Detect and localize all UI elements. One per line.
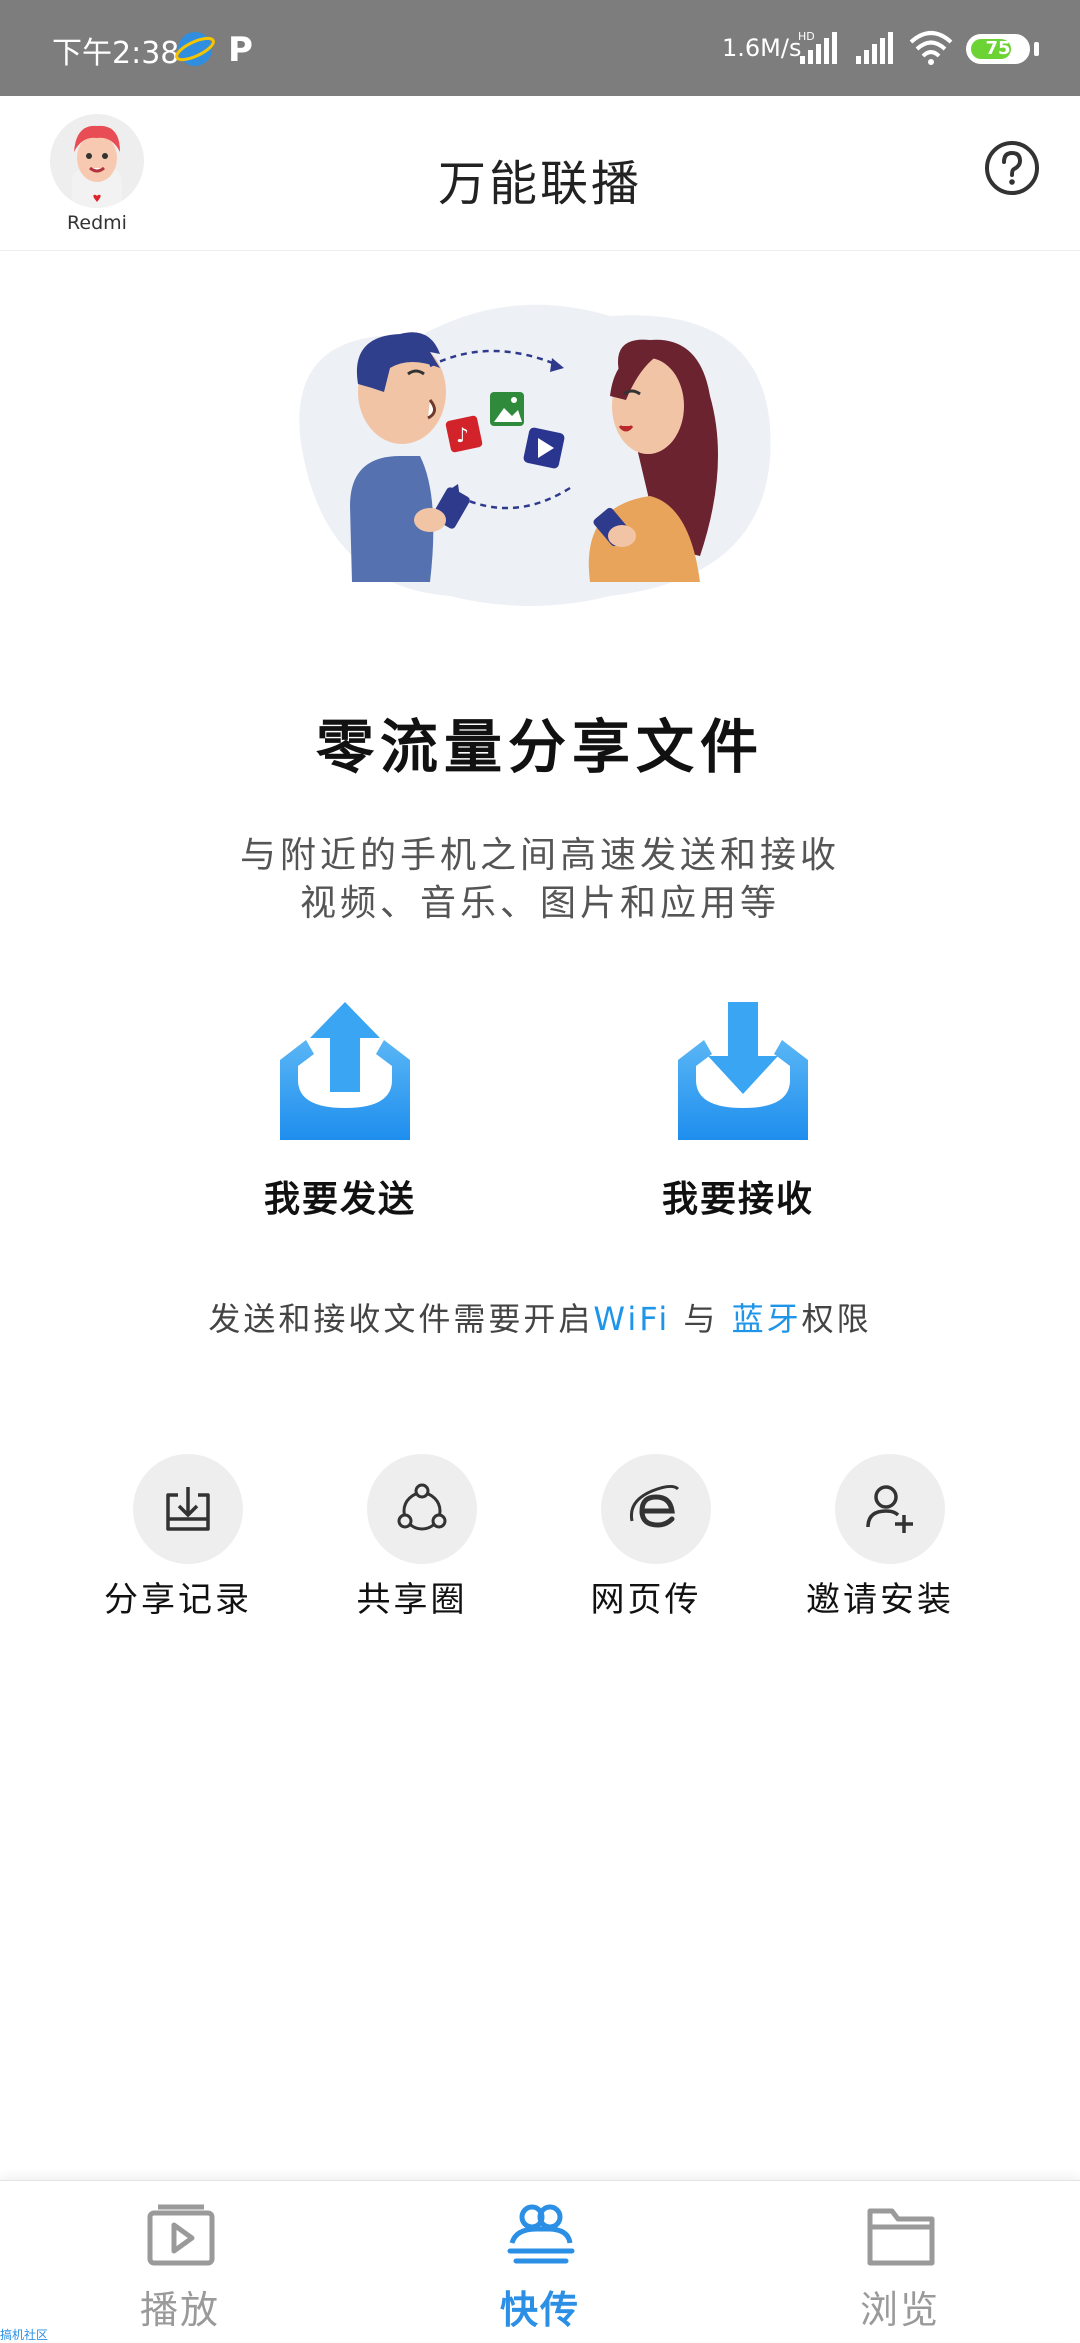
share-history-label: 分享记录 — [104, 1580, 252, 1620]
download-box-icon — [166, 1487, 210, 1531]
tool-circle — [835, 1454, 945, 1564]
wifi-link[interactable]: WiFi — [593, 1300, 670, 1338]
receive-label: 我要接收 — [661, 1179, 814, 1220]
hero-subline-2: 视频、音乐、图片和应用等 — [299, 883, 780, 924]
nav-browse-label: 浏览 — [859, 2288, 940, 2332]
upload-tray-icon — [280, 1002, 410, 1140]
web-transfer-label: 网页传 — [590, 1580, 702, 1620]
nav-play-label: 播放 — [139, 2288, 220, 2332]
add-user-icon — [866, 1485, 913, 1533]
app-header: Redmi 万能联播 — [0, 96, 1080, 251]
send-button[interactable]: 我要发送 — [220, 1000, 460, 1230]
folder-icon — [867, 2208, 935, 2266]
battery-icon: 75 — [966, 34, 1030, 64]
play-icon — [147, 2204, 215, 2266]
invite-install-label: 邀请安装 — [806, 1580, 954, 1620]
share-circle-button[interactable]: 共享圈 — [312, 1454, 512, 1620]
browser-app-icon — [175, 32, 215, 66]
net-speed: 1.6M/s — [722, 34, 802, 62]
video-tile-icon — [523, 427, 565, 469]
page-title: 万能联播 — [437, 156, 642, 212]
hero-illustration: ♪ — [299, 304, 771, 606]
status-time: 下午2:38 — [52, 36, 180, 71]
status-bar: 下午2:38 P 1.6M/s HD 75 — [0, 0, 1080, 96]
tool-circle — [133, 1454, 243, 1564]
transfer-users-icon — [507, 2204, 575, 2264]
hero-subline-1: 与附近的手机之间高速发送和接收 — [239, 835, 840, 876]
permission-prefix: 发送和接收文件需要开启 — [208, 1300, 594, 1338]
share-circle-label: 共享圈 — [356, 1580, 468, 1620]
avatar-label: Redmi — [67, 212, 127, 234]
corner-watermark: 搞机社区 — [0, 2328, 49, 2342]
p-app-icon: P — [228, 30, 253, 70]
permission-suffix: 权限 — [801, 1300, 872, 1338]
signal-hd-icon: HD — [798, 30, 837, 64]
invite-install-button[interactable]: 邀请安装 — [780, 1454, 980, 1620]
permission-notice: 发送和接收文件需要开启WiFi 与 蓝牙权限 — [0, 1294, 1080, 1340]
question-circle-icon[interactable] — [984, 140, 1040, 196]
bottom-nav: 播放 快传 浏览 — [0, 2180, 1080, 2341]
bluetooth-link[interactable]: 蓝牙 — [732, 1300, 802, 1338]
svg-text:HD: HD — [798, 30, 815, 43]
nav-play[interactable]: 播放 — [80, 2203, 280, 2332]
share-history-button[interactable]: 分享记录 — [78, 1454, 278, 1620]
receive-button[interactable]: 我要接收 — [618, 1000, 858, 1230]
browser-e-icon — [629, 1484, 680, 1528]
tool-circle — [601, 1454, 711, 1564]
permission-conj: 与 — [670, 1300, 732, 1338]
nav-browse[interactable]: 浏览 — [800, 2203, 1000, 2332]
svg-text:♪: ♪ — [456, 423, 469, 447]
share-circle-icon — [397, 1483, 447, 1531]
image-tile-icon — [490, 392, 524, 426]
wifi-icon — [909, 31, 953, 65]
music-tile-icon: ♪ — [445, 415, 483, 453]
download-tray-icon — [678, 1002, 808, 1140]
web-transfer-button[interactable]: 网页传 — [546, 1454, 746, 1620]
battery-level: 75 — [985, 38, 1011, 59]
nav-transfer-label: 快传 — [499, 2288, 580, 2332]
battery-tip — [1034, 42, 1039, 56]
hero-headline: 零流量分享文件 — [315, 713, 764, 781]
send-label: 我要发送 — [263, 1179, 416, 1220]
signal-icon — [856, 32, 893, 64]
tool-circle — [367, 1454, 477, 1564]
nav-transfer[interactable]: 快传 — [440, 2203, 640, 2332]
